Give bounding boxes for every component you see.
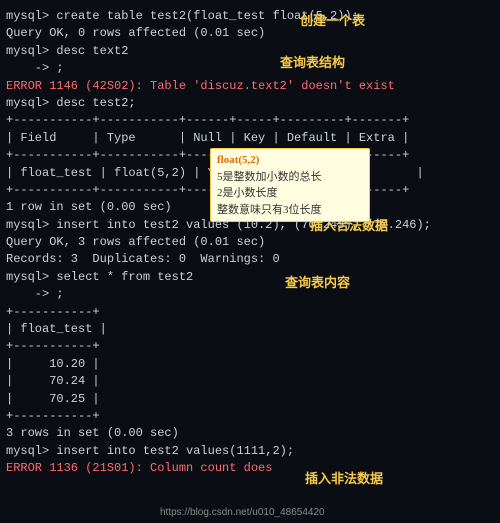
terminal-line-l30: mysql> insert into test2 values(1111,2);	[6, 443, 494, 460]
terminal-line-l11: | float_test | float(5,2) | YES | | NULL…	[6, 165, 494, 182]
terminal-line-l19: mysql> select * from test2	[6, 269, 494, 286]
terminal-line-l24: | 10.20 |	[6, 356, 494, 373]
terminal-line-l10: +-----------+-----------+------+-----+--…	[6, 147, 494, 164]
terminal-line-l13: 1 row in set (0.00 sec)	[6, 199, 494, 216]
terminal-line-l15: mysql> insert into test2 values (10.2), …	[6, 217, 494, 234]
terminal-line-l22: | float_test |	[6, 321, 494, 338]
terminal-line-l23: +-----------+	[6, 338, 494, 355]
terminal-line-l28: 3 rows in set (0.00 sec)	[6, 425, 494, 442]
terminal: mysql> create table test2(float_test flo…	[0, 0, 500, 523]
terminal-line-l31: ERROR 1136 (21S01): Column count does	[6, 460, 494, 477]
terminal-line-l27: +-----------+	[6, 408, 494, 425]
terminal-line-l16: Query OK, 3 rows affected (0.01 sec)	[6, 234, 494, 251]
terminal-line-l21: +-----------+	[6, 304, 494, 321]
terminal-line-l6: ERROR 1146 (42S02): Table 'discuz.text2'…	[6, 78, 494, 95]
watermark: https://blog.csdn.net/u010_48654420	[160, 507, 325, 518]
terminal-line-l9: | Field | Type | Null | Key | Default | …	[6, 130, 494, 147]
terminal-line-l25: | 70.24 |	[6, 373, 494, 390]
terminal-line-l8: +-----------+-----------+------+-----+--…	[6, 112, 494, 129]
terminal-line-l5: -> ;	[6, 60, 494, 77]
terminal-line-l20: -> ;	[6, 286, 494, 303]
terminal-line-l1: mysql> create table test2(float_test flo…	[6, 8, 494, 25]
terminal-line-l7: mysql> desc test2;	[6, 95, 494, 112]
terminal-line-l12: +-----------+-----------+------+-----+--…	[6, 182, 494, 199]
terminal-line-l4: mysql> desc text2	[6, 43, 494, 60]
terminal-line-l2: Query OK, 0 rows affected (0.01 sec)	[6, 25, 494, 42]
terminal-line-l26: | 70.25 |	[6, 391, 494, 408]
terminal-line-l17: Records: 3 Duplicates: 0 Warnings: 0	[6, 251, 494, 268]
